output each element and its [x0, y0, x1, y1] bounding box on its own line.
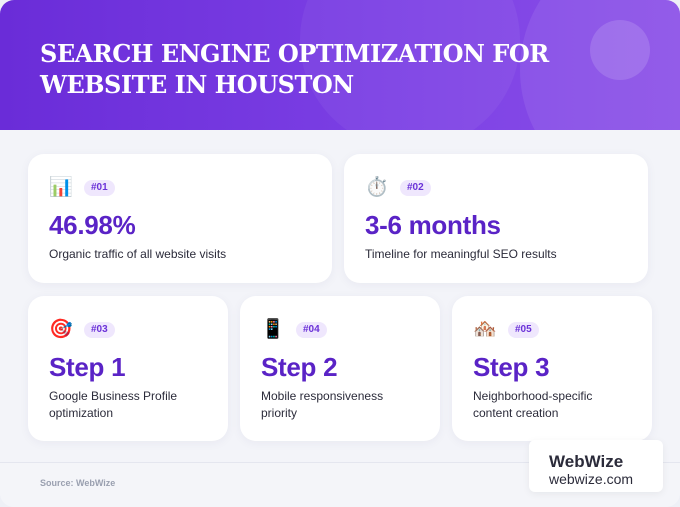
step-card-1: 🎯 #03 Step 1 Google Business Profile opt…	[28, 296, 228, 441]
card-badge: #05	[508, 322, 539, 338]
bar-chart-icon: 📊	[49, 177, 73, 198]
decorative-circle	[590, 20, 650, 80]
card-badge: #02	[400, 180, 431, 196]
card-value: Step 3	[473, 352, 550, 382]
card-badge: #04	[296, 322, 327, 338]
card-description: Mobile responsiveness priority	[261, 389, 384, 420]
card-value: 46.98%	[49, 210, 136, 240]
card-description: Organic traffic of all website visits	[49, 247, 227, 261]
card-description: Google Business Profile optimization	[49, 389, 178, 420]
target-icon: 🎯	[49, 319, 73, 340]
step-card-3: 🏘️ #05 Step 3 Neighborhood-specific cont…	[452, 296, 652, 441]
card-value: 3-6 months	[365, 210, 501, 240]
brand-name: WebWize	[549, 452, 624, 471]
source-credit: Source: WebWize	[40, 478, 116, 488]
card-value: Step 1	[49, 352, 126, 382]
page-title: SEARCH ENGINE OPTIMIZATION FOR WEBSITE I…	[40, 39, 549, 99]
card-value: Step 2	[261, 352, 338, 382]
infographic: SEARCH ENGINE OPTIMIZATION FOR WEBSITE I…	[0, 0, 680, 507]
card-badge: #03	[84, 322, 115, 338]
step-card-2: 📱 #04 Step 2 Mobile responsiveness prior…	[240, 296, 440, 441]
stopwatch-icon: ⏱️	[365, 177, 389, 198]
card-description: Neighborhood-specific content creation	[473, 389, 593, 420]
header-banner: SEARCH ENGINE OPTIMIZATION FOR WEBSITE I…	[0, 0, 680, 130]
mobile-phone-icon: 📱	[261, 319, 285, 340]
stat-card-1: 📊 #01 46.98% Organic traffic of all webs…	[28, 154, 332, 283]
card-description: Timeline for meaningful SEO results	[365, 247, 557, 261]
stat-card-2: ⏱️ #02 3-6 months Timeline for meaningfu…	[344, 154, 648, 283]
brand-url: webwize.com	[549, 471, 634, 487]
houses-icon: 🏘️	[473, 319, 497, 340]
card-badge: #01	[84, 180, 115, 196]
